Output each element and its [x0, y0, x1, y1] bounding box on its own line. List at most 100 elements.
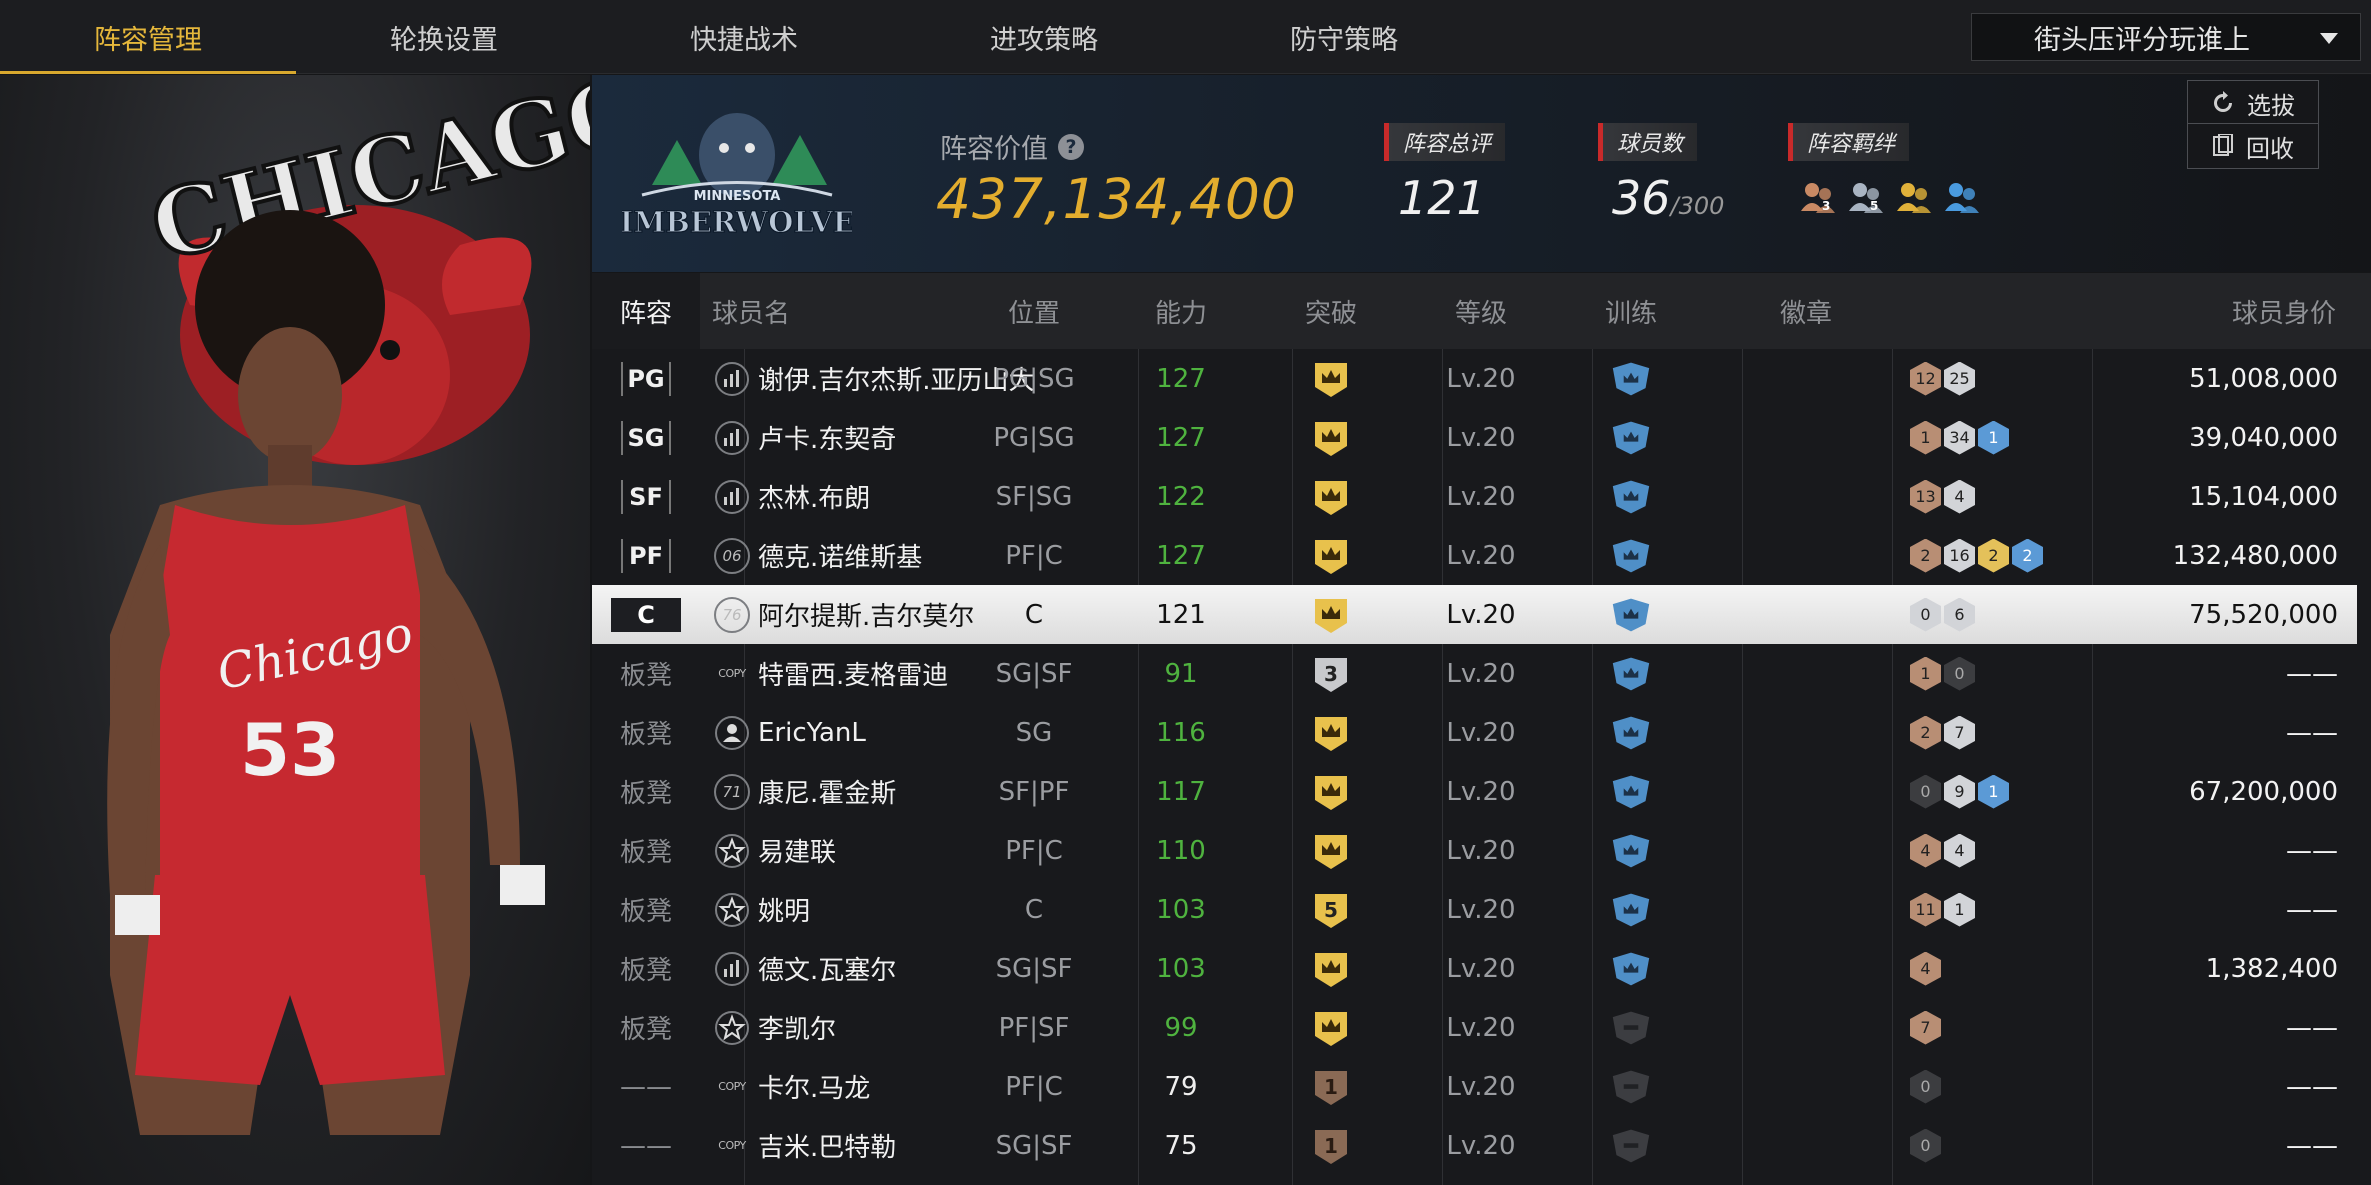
training-cell[interactable]: [1556, 703, 1706, 762]
break-cell[interactable]: 1: [1256, 1116, 1406, 1175]
training-cell[interactable]: [1556, 1116, 1706, 1175]
training-cell[interactable]: [1556, 526, 1706, 585]
lineup-slot-label[interactable]: 板凳: [620, 950, 672, 987]
lineup-slot-badge[interactable]: PG: [621, 361, 671, 396]
header-badges[interactable]: 徽章: [1706, 273, 1906, 349]
break-cell[interactable]: [1256, 939, 1406, 998]
recycle-button[interactable]: 回收: [2187, 123, 2319, 169]
training-shield-icon: [1612, 362, 1650, 395]
tab-quick-tactics[interactable]: 快捷战术: [596, 0, 892, 74]
lineup-slot-label[interactable]: 板凳: [620, 891, 672, 928]
header-name[interactable]: 球员名: [700, 273, 800, 349]
training-cell[interactable]: [1556, 349, 1706, 408]
training-cell[interactable]: [1556, 821, 1706, 880]
player-value: 39,040,000: [2189, 422, 2338, 453]
training-cell[interactable]: [1556, 939, 1706, 998]
training-shield-icon: [1612, 421, 1650, 454]
player-position: PF|C: [1005, 540, 1063, 571]
header-ability[interactable]: 能力: [1106, 273, 1256, 349]
player-level: Lv.20: [1446, 894, 1516, 925]
player-level: Lv.20: [1446, 422, 1516, 453]
player-position: PG|SG: [993, 422, 1075, 453]
lineup-slot-label[interactable]: ——: [620, 1072, 672, 1102]
badge-icon: 1: [1944, 892, 1975, 927]
training-cell[interactable]: [1556, 1057, 1706, 1116]
training-cell[interactable]: [1556, 467, 1706, 526]
training-cell[interactable]: [1556, 644, 1706, 703]
break-cell[interactable]: [1256, 349, 1406, 408]
bond-3-icon[interactable]: 3: [1798, 177, 1840, 219]
break-cell[interactable]: [1256, 585, 1406, 644]
lineup-slot-label[interactable]: 板凳: [620, 1009, 672, 1046]
bond-gold-icon[interactable]: [1894, 177, 1936, 219]
tab-lineup[interactable]: 阵容管理: [0, 0, 296, 74]
lineup-slot-badge[interactable]: C: [611, 597, 681, 632]
training-shield-icon: [1612, 657, 1650, 690]
header-training[interactable]: 训练: [1556, 273, 1706, 349]
bond-blue-icon[interactable]: [1942, 177, 1984, 219]
break-cell[interactable]: [1256, 526, 1406, 585]
break-crown-icon: [1315, 480, 1347, 515]
player-position: PF|C: [1005, 1071, 1063, 1102]
training-cell[interactable]: [1556, 880, 1706, 939]
table-row[interactable]: —— COPY 吉米.巴特勒 SG|SF 75 1 Lv.20 0 ——: [592, 1116, 2357, 1175]
player-type-star-icon: [715, 1010, 749, 1045]
badge-icon: 25: [1944, 361, 1975, 396]
header-position[interactable]: 位置: [962, 273, 1106, 349]
table-row[interactable]: 板凳 易建联 PF|C 110 Lv.20 4 4 ——: [592, 821, 2357, 880]
player-ability: 122: [1156, 481, 1206, 512]
break-level-icon: 1: [1315, 1070, 1347, 1105]
help-icon[interactable]: ?: [1058, 133, 1084, 160]
player-value: ——: [2286, 1130, 2338, 1161]
table-row[interactable]: 板凳 姚明 C 103 5 Lv.20 11 1 ——: [592, 880, 2357, 939]
training-cell[interactable]: [1556, 585, 1706, 644]
scout-button[interactable]: 选拔: [2187, 80, 2319, 126]
lineup-slot-label[interactable]: 板凳: [620, 714, 672, 751]
training-shield-icon: [1612, 1070, 1650, 1103]
break-cell[interactable]: [1256, 821, 1406, 880]
tab-offense[interactable]: 进攻策略: [896, 0, 1192, 74]
break-cell[interactable]: 1: [1256, 1057, 1406, 1116]
break-cell[interactable]: [1256, 467, 1406, 526]
table-row[interactable]: PF 06 德克.诺维斯基 PF|C 127 Lv.20 2 16 2 2 132,480,000: [592, 526, 2357, 585]
header-lineup[interactable]: 阵容: [592, 273, 700, 349]
break-cell[interactable]: 5: [1256, 880, 1406, 939]
break-cell[interactable]: [1256, 703, 1406, 762]
table-row[interactable]: SG 卢卡.东契奇 PG|SG 127 Lv.20 1 34 1 39,040,000: [592, 408, 2357, 467]
break-cell[interactable]: [1256, 998, 1406, 1057]
lineup-slot-badge[interactable]: PF: [621, 538, 671, 573]
table-row[interactable]: C 76 阿尔提斯.吉尔莫尔 C 121 Lv.20 0 6 75,520,000: [592, 585, 2357, 644]
training-cell[interactable]: [1556, 762, 1706, 821]
table-row[interactable]: PG 谢伊.吉尔杰斯.亚历山大 PG|SG 127 Lv.20 12 25 51,008,00…: [592, 349, 2357, 408]
lineup-slot-label[interactable]: 板凳: [620, 832, 672, 869]
table-row[interactable]: 板凳 李凯尔 PF|SF 99 Lv.20 7 ——: [592, 998, 2357, 1057]
table-row[interactable]: —— COPY 卡尔.马龙 PF|C 79 1 Lv.20 0 ——: [592, 1057, 2357, 1116]
bond-icons[interactable]: 35: [1788, 177, 1984, 219]
table-row[interactable]: SF 杰林.布朗 SF|SG 122 Lv.20 13 4 15,104,000: [592, 467, 2357, 526]
player-value: ——: [2286, 1071, 2338, 1102]
table-row[interactable]: 板凳 德文.瓦塞尔 SG|SF 103 Lv.20 4 1,382,400: [592, 939, 2357, 998]
header-value[interactable]: 球员身价: [2022, 273, 2352, 349]
header-break[interactable]: 突破: [1256, 273, 1406, 349]
training-cell[interactable]: [1556, 998, 1706, 1057]
lineup-slot-label[interactable]: ——: [620, 1131, 672, 1161]
lineup-slot-badge[interactable]: SG: [621, 420, 671, 455]
table-row[interactable]: 板凳 COPY 特雷西.麦格雷迪 SG|SF 91 3 Lv.20 1 0 ——: [592, 644, 2357, 703]
mode-select[interactable]: 街头压评分玩谁上: [1971, 13, 2361, 61]
header-level[interactable]: 等级: [1406, 273, 1556, 349]
tab-rotation[interactable]: 轮换设置: [296, 0, 592, 74]
break-cell[interactable]: [1256, 408, 1406, 467]
player-value: 51,008,000: [2189, 363, 2338, 394]
lineup-slot-badge[interactable]: SF: [621, 479, 671, 514]
bond-5-icon[interactable]: 5: [1846, 177, 1888, 219]
break-cell[interactable]: 3: [1256, 644, 1406, 703]
badge-icon: 7: [1944, 715, 1975, 750]
table-row[interactable]: 板凳 71 康尼.霍金斯 SF|PF 117 Lv.20 0 9 1 67,200,000: [592, 762, 2357, 821]
table-row[interactable]: 板凳 EricYanL SG 116 Lv.20 2 7 ——: [592, 703, 2357, 762]
tab-defense[interactable]: 防守策略: [1196, 0, 1492, 74]
lineup-slot-label[interactable]: 板凳: [620, 773, 672, 810]
player-level: Lv.20: [1446, 363, 1516, 394]
break-cell[interactable]: [1256, 762, 1406, 821]
lineup-slot-label[interactable]: 板凳: [620, 655, 672, 692]
training-cell[interactable]: [1556, 408, 1706, 467]
